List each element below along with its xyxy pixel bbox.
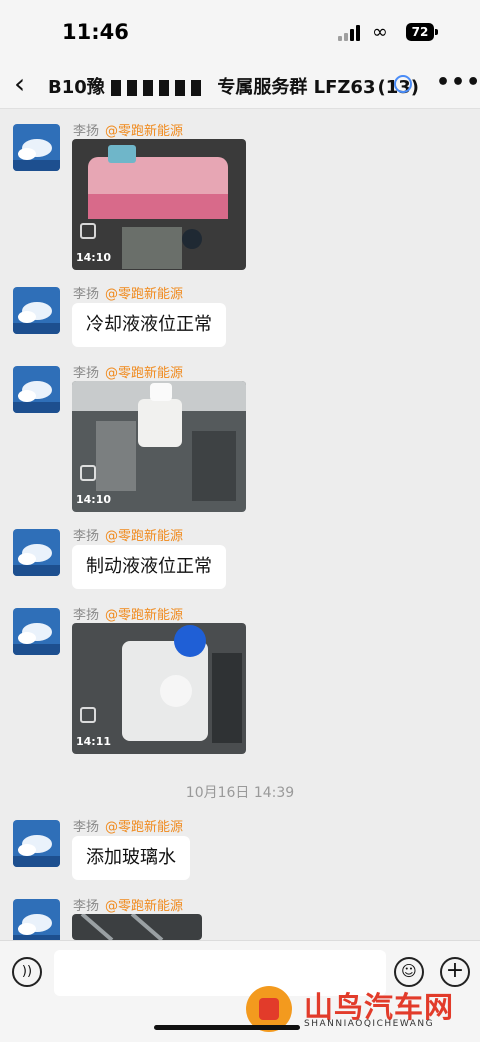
- sender-line: 李扬 @零跑新能源: [73, 362, 183, 381]
- sender-name: 李扬: [73, 124, 100, 139]
- avatar[interactable]: [13, 366, 60, 413]
- sender-name: 李扬: [73, 608, 100, 623]
- chat-title: B10豫 专属服务群 LFZ63 (13): [48, 73, 419, 99]
- sender-org: @零跑新能源: [105, 366, 184, 381]
- avatar[interactable]: [13, 608, 60, 655]
- back-chevron-icon[interactable]: ‹: [14, 67, 25, 100]
- title-suffix: 专属服务群 LFZ63: [217, 77, 376, 98]
- sender-line: 李扬 @零跑新能源: [73, 525, 183, 544]
- sender-name: 李扬: [73, 899, 100, 914]
- chat-header: ‹ B10豫 专属服务群 LFZ63 (13) •••: [0, 62, 480, 109]
- sender-line: 李扬 @零跑新能源: [73, 816, 183, 835]
- sender-name: 李扬: [73, 529, 100, 544]
- group-chat-icon: [394, 75, 412, 93]
- time-divider: 10月16日 14:39: [185, 785, 295, 801]
- battery-tip: [435, 29, 438, 35]
- status-time: 11:46: [62, 20, 129, 44]
- avatar[interactable]: [13, 820, 60, 867]
- text-bubble[interactable]: 制动液液位正常: [72, 545, 226, 589]
- sender-org: @零跑新能源: [105, 124, 184, 139]
- photo-timestamp: 14:10: [76, 251, 112, 264]
- camera-logo-icon: [80, 465, 96, 481]
- home-indicator: [154, 1025, 300, 1030]
- sender-line: 李扬 @零跑新能源: [73, 604, 183, 623]
- avatar[interactable]: [13, 287, 60, 334]
- image-message[interactable]: 14:10: [72, 381, 246, 512]
- more-options-icon[interactable]: •••: [436, 70, 480, 95]
- text-bubble[interactable]: 添加玻璃水: [72, 836, 190, 880]
- sender-name: 李扬: [73, 820, 100, 835]
- sender-name: 李扬: [73, 366, 100, 381]
- image-message[interactable]: [72, 914, 202, 940]
- text-bubble[interactable]: 冷却液液位正常: [72, 303, 226, 347]
- signal-icon: [338, 25, 362, 41]
- watermark-en: SHANNIAOQICHEWANG: [304, 1019, 435, 1029]
- title-prefix: B10豫: [48, 77, 105, 98]
- battery-indicator: 72: [406, 23, 434, 41]
- image-message[interactable]: 14:10: [72, 139, 246, 270]
- camera-logo-icon: [80, 707, 96, 723]
- sender-org: @零跑新能源: [105, 529, 184, 544]
- avatar[interactable]: [13, 899, 60, 946]
- sender-line: 李扬 @零跑新能源: [73, 895, 183, 914]
- voice-input-icon[interactable]: )): [12, 957, 42, 987]
- link-icon: ∞: [372, 21, 388, 43]
- sender-org: @零跑新能源: [105, 820, 184, 835]
- photo-timestamp: 14:10: [76, 493, 112, 506]
- redacted-text: [111, 80, 208, 96]
- camera-logo-icon: [80, 223, 96, 239]
- avatar[interactable]: [13, 529, 60, 576]
- sender-org: @零跑新能源: [105, 287, 184, 302]
- image-message[interactable]: 14:11: [72, 623, 246, 754]
- status-bar: 11:46 ∞ 72: [0, 0, 480, 62]
- avatar[interactable]: [13, 124, 60, 171]
- sender-name: 李扬: [73, 287, 100, 302]
- photo-timestamp: 14:11: [76, 735, 112, 748]
- sender-line: 李扬 @零跑新能源: [73, 283, 183, 302]
- sender-line: 李扬 @零跑新能源: [73, 120, 183, 139]
- sender-org: @零跑新能源: [105, 899, 184, 914]
- sender-org: @零跑新能源: [105, 608, 184, 623]
